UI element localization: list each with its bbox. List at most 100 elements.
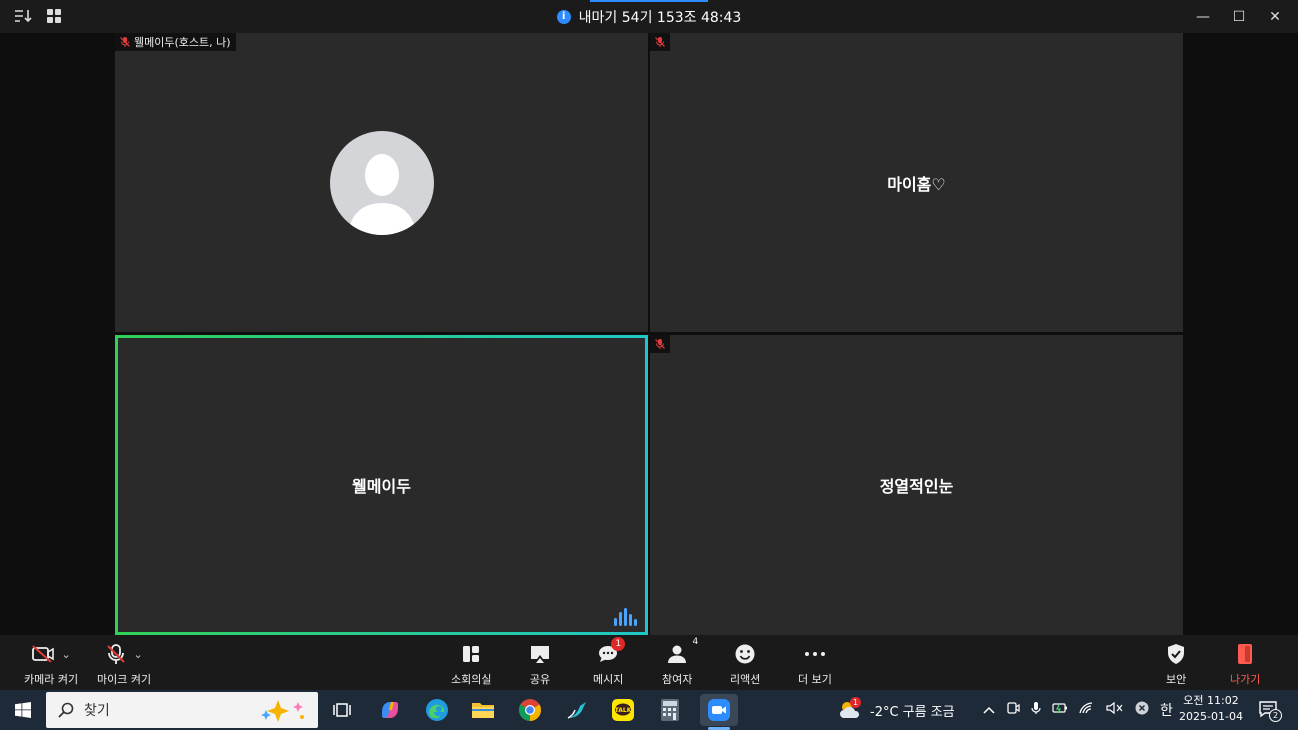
participant-tile-2[interactable]: 마이홈♡ xyxy=(650,33,1183,332)
weather-widget[interactable]: 1 -2°C 구름 조금 xyxy=(838,690,955,730)
participant-name: 마이홈♡ xyxy=(887,174,946,194)
share-screen-icon xyxy=(531,646,549,663)
tile-label xyxy=(650,335,670,353)
title-bar: i 내마기 54기 153조 48:43 — ☐ ✕ xyxy=(0,0,1298,33)
windows-logo-icon xyxy=(15,702,31,718)
participant-name: 정열적인눈 xyxy=(879,477,954,496)
close-button[interactable]: ✕ xyxy=(1262,6,1288,28)
file-explorer-app[interactable] xyxy=(468,695,498,725)
calculator-app[interactable] xyxy=(655,695,685,725)
edge-browser-icon xyxy=(426,699,448,721)
participants-label: 참여자 xyxy=(662,673,693,686)
chevron-down-icon[interactable]: ⌄ xyxy=(133,648,142,661)
camera-off-icon xyxy=(32,645,55,663)
reactions-label: 리액션 xyxy=(730,673,761,686)
bird-app-icon xyxy=(567,702,586,719)
volume-muted-icon[interactable] xyxy=(1106,701,1124,719)
mic-off-icon xyxy=(107,644,126,664)
video-gallery: 웰메이두(호스트, 나) 마이홈♡ 웰메이두 정열적인눈 xyxy=(0,33,1298,635)
notification-count: 2 xyxy=(1269,709,1282,722)
search-placeholder: 찾기 xyxy=(84,703,110,719)
participant-tile-self[interactable]: 웰메이두(호스트, 나) xyxy=(115,33,648,332)
leave-button[interactable]: 나가기 xyxy=(1230,641,1260,687)
notification-icon: 2 xyxy=(1258,700,1282,722)
edge-app[interactable] xyxy=(422,695,452,725)
taskbar-clock[interactable]: 오전 11:02 2025-01-04 xyxy=(1176,693,1246,725)
meeting-info: 내마기 54기 153조 48:43 xyxy=(578,9,742,26)
kakaotalk-app[interactable]: TALK xyxy=(608,695,638,725)
shield-icon xyxy=(1168,644,1185,664)
search-icon xyxy=(58,702,74,718)
chevron-up-icon[interactable] xyxy=(983,703,995,718)
camera-tray-icon[interactable] xyxy=(1006,701,1020,719)
svg-text:TALK: TALK xyxy=(615,707,632,714)
mic-label: 마이크 켜기 xyxy=(97,673,152,686)
kakaotalk-icon: TALK xyxy=(612,699,634,721)
bird-app[interactable] xyxy=(562,695,592,725)
meeting-toolbar: ⌄ 카메라 켜기 ⌄ 마이크 켜기 소회의실 공유 1 메시지 4 참여자 리액… xyxy=(0,635,1298,690)
chat-badge: 1 xyxy=(611,637,626,651)
copilot-app[interactable] xyxy=(375,695,405,725)
copilot-icon xyxy=(382,702,398,718)
leave-label: 나가기 xyxy=(1230,673,1261,686)
info-icon[interactable]: i xyxy=(556,9,571,24)
weather-cloud-icon: 1 xyxy=(838,697,862,720)
system-tray: 한 xyxy=(983,690,1173,730)
notification-center-button[interactable]: 2 xyxy=(1258,690,1282,730)
participant-label: 웰메이두(호스트, 나) xyxy=(134,36,231,49)
mic-muted-icon xyxy=(655,37,665,47)
weather-badge: 1 xyxy=(850,697,861,708)
camera-label: 카메라 켜기 xyxy=(24,673,79,686)
breakout-rooms-button[interactable]: 소회의실 xyxy=(451,641,491,687)
camera-button[interactable]: ⌄ 카메라 켜기 xyxy=(24,641,78,687)
more-icon xyxy=(804,652,825,656)
task-view-icon xyxy=(333,703,351,717)
close-circle-icon[interactable] xyxy=(1135,701,1149,719)
mic-muted-icon xyxy=(120,37,130,47)
breakout-rooms-icon xyxy=(463,646,480,662)
share-label: 공유 xyxy=(529,673,551,686)
participants-icon xyxy=(668,645,687,663)
chrome-browser-icon xyxy=(519,699,541,721)
more-label: 더 보기 xyxy=(798,673,832,686)
mic-button[interactable]: ⌄ 마이크 켜기 xyxy=(97,641,151,687)
share-button[interactable]: 공유 xyxy=(529,641,551,687)
participant-tile-active-speaker[interactable]: 웰메이두 xyxy=(115,335,648,635)
folder-icon xyxy=(472,703,494,718)
ime-indicator[interactable]: 한 xyxy=(1160,700,1173,720)
maximize-button[interactable]: ☐ xyxy=(1226,6,1252,28)
taskbar-search[interactable]: 찾기 xyxy=(46,692,318,728)
calculator-icon xyxy=(661,699,679,721)
chat-label: 메시지 xyxy=(593,673,624,686)
security-button[interactable]: 보안 xyxy=(1166,641,1186,687)
chrome-app[interactable] xyxy=(515,695,545,725)
sparkle-icon xyxy=(261,700,304,722)
participant-tile-4[interactable]: 정열적인눈 xyxy=(650,335,1183,635)
chevron-down-icon[interactable]: ⌄ xyxy=(61,648,70,661)
wifi-icon[interactable] xyxy=(1079,701,1095,719)
clock-date: 2025-01-04 xyxy=(1179,710,1243,723)
more-button[interactable]: 더 보기 xyxy=(798,641,832,687)
clock-time: 오전 11:02 xyxy=(1183,694,1239,707)
smiley-icon xyxy=(735,644,755,664)
security-label: 보안 xyxy=(1166,673,1187,686)
tile-label: 웰메이두(호스트, 나) xyxy=(115,33,236,51)
tile-label xyxy=(650,33,670,51)
participant-name: 웰메이두 xyxy=(352,477,411,496)
participants-button[interactable]: 4 참여자 xyxy=(662,637,698,687)
os-taskbar: 찾기 TALK 1 -2°C 구름 조금 한 오전 11:02 2025-01-… xyxy=(0,690,1298,730)
reactions-button[interactable]: 리액션 xyxy=(730,641,760,687)
windows-start-button[interactable] xyxy=(8,695,38,725)
breakout-label: 소회의실 xyxy=(451,673,492,686)
participants-count: 4 xyxy=(692,637,699,647)
chat-button[interactable]: 1 메시지 xyxy=(593,637,626,687)
mic-muted-icon xyxy=(655,339,665,349)
zoom-icon xyxy=(708,699,730,721)
audio-wave-icon xyxy=(614,608,637,626)
microphone-tray-icon[interactable] xyxy=(1031,701,1041,719)
minimize-button[interactable]: — xyxy=(1190,6,1216,28)
battery-icon[interactable] xyxy=(1052,702,1068,718)
task-view-button[interactable] xyxy=(327,695,357,725)
zoom-app[interactable] xyxy=(700,694,738,726)
leave-door-icon xyxy=(1238,644,1253,664)
